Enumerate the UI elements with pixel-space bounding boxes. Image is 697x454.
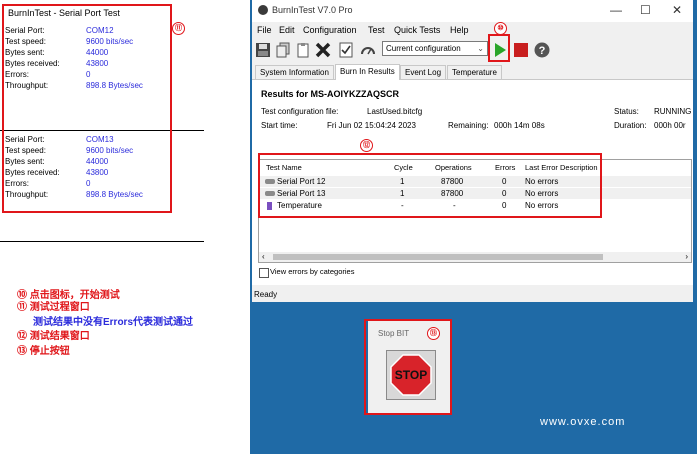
legend-number: ⑬ — [17, 346, 27, 357]
tab-strip: System Information Burn In Results Event… — [252, 64, 693, 80]
config-file-value: LastUsed.bitcfg — [367, 107, 423, 116]
tab-temperature[interactable]: Temperature — [447, 65, 502, 79]
view-errors-checkbox[interactable] — [259, 268, 269, 278]
results-panel: Results for MS-AOIYKZZAQSCR Test configu… — [252, 80, 693, 285]
checklist-icon[interactable] — [338, 42, 354, 58]
status-value: RUNNING — [654, 107, 692, 116]
config-file-label: Test configuration file: — [261, 107, 339, 116]
annotation-marker-12: ⑫ — [360, 139, 373, 152]
legend-number: ⑪ — [17, 302, 27, 313]
help-icon[interactable]: ? — [534, 42, 550, 58]
duration-value: 000h 00r — [654, 121, 686, 130]
annotation-marker-13: ⑬ — [427, 327, 440, 340]
save-icon[interactable] — [255, 42, 271, 58]
annotation-box-11 — [2, 4, 172, 213]
menu-edit[interactable]: Edit — [279, 25, 295, 35]
start-time-value: Fri Jun 02 15:04:24 2023 — [327, 121, 416, 130]
legend-text: 停止按钮 — [29, 346, 70, 357]
annotation-marker-11: ⑪ — [172, 22, 185, 35]
window-title: BurnInTest V7.0 Pro — [272, 5, 353, 15]
tab-event-log[interactable]: Event Log — [400, 65, 447, 79]
view-errors-label: View errors by categories — [270, 267, 355, 276]
status-label: Status: — [614, 107, 639, 116]
minimize-button[interactable]: — — [610, 3, 622, 17]
copy-icon[interactable] — [275, 42, 291, 58]
title-bar[interactable]: BurnInTest V7.0 Pro — ☐ ✕ — [252, 0, 693, 22]
annotation-box-10 — [488, 34, 510, 62]
legend-text: 测试结果窗口 — [29, 331, 90, 342]
menu-help[interactable]: Help — [450, 25, 469, 35]
clipboard-icon[interactable] — [295, 42, 311, 58]
legend-line-2: ⑪ 测试过程窗口 — [17, 298, 90, 313]
remaining-value: 000h 14m 08s — [494, 121, 545, 130]
serial-port-test-window: BurnInTest - Serial Port Test Serial Por… — [0, 0, 250, 454]
legend-line-3: 测试结果中没有Errors代表测试通过 — [33, 313, 193, 328]
tab-system-information[interactable]: System Information — [255, 65, 334, 79]
legend-line-5: ⑬ 停止按钮 — [17, 342, 70, 357]
maximize-button[interactable]: ☐ — [640, 3, 651, 17]
menu-quick-tests[interactable]: Quick Tests — [394, 25, 440, 35]
app-icon — [258, 5, 268, 15]
configuration-select[interactable]: Current configuration ⌄ — [382, 41, 488, 56]
scroll-right-icon[interactable]: › — [685, 252, 688, 261]
legend-text: 测试过程窗口 — [29, 302, 90, 313]
scrollbar-thumb[interactable] — [273, 254, 603, 260]
annotation-box-12 — [258, 153, 602, 218]
svg-text:?: ? — [539, 45, 546, 57]
horizontal-scrollbar[interactable]: ‹ › — [259, 252, 691, 262]
stop-test-icon[interactable] — [513, 42, 529, 58]
menu-file[interactable]: File — [257, 25, 272, 35]
menu-test[interactable]: Test — [368, 25, 385, 35]
scroll-left-icon[interactable]: ‹ — [262, 252, 265, 261]
divider — [0, 241, 204, 242]
close-button[interactable]: ✕ — [672, 3, 682, 17]
results-heading: Results for MS-AOIYKZZAQSCR — [261, 89, 400, 99]
menu-bar: File Edit Configuration Test Quick Tests… — [252, 24, 693, 38]
delete-icon[interactable] — [315, 42, 331, 58]
menu-configuration[interactable]: Configuration — [303, 25, 357, 35]
start-time-label: Start time: — [261, 121, 298, 130]
annotation-marker-10: ⑩ — [494, 22, 507, 35]
burnintest-window: BurnInTest V7.0 Pro — ☐ ✕ File Edit Conf… — [252, 0, 693, 302]
gauge-icon[interactable] — [360, 42, 376, 58]
tab-burn-in-results[interactable]: Burn In Results — [335, 64, 400, 80]
duration-label: Duration: — [614, 121, 647, 130]
watermark: www.ovxe.com — [540, 416, 626, 428]
legend-line-4: ⑫ 测试结果窗口 — [17, 327, 90, 342]
remaining-label: Remaining: — [448, 121, 489, 130]
status-bar: Ready — [254, 290, 278, 299]
chevron-down-icon: ⌄ — [477, 44, 484, 53]
configuration-select-value: Current configuration — [386, 44, 461, 53]
legend-number: ⑫ — [17, 331, 27, 342]
